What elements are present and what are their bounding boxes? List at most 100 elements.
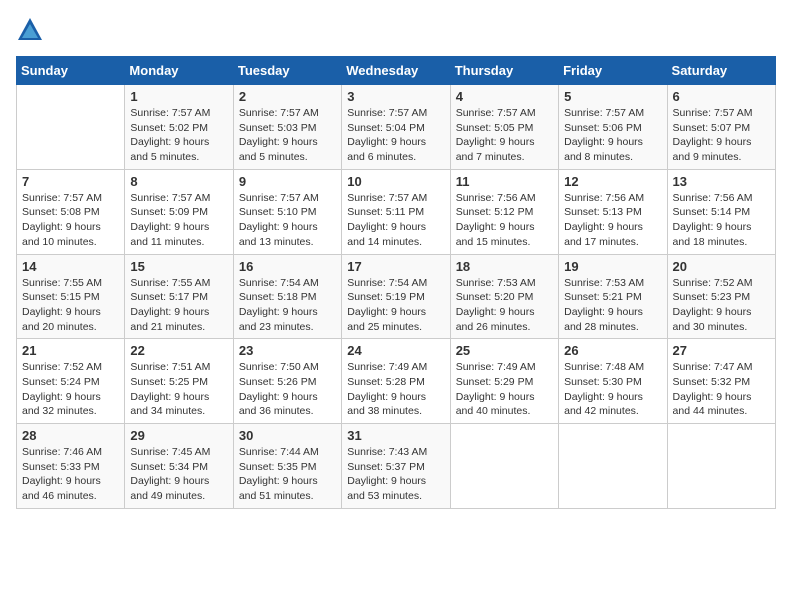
day-info: Sunrise: 7:57 AM Sunset: 5:05 PM Dayligh… [456,106,553,165]
day-number: 22 [130,343,227,358]
day-cell: 3 Sunrise: 7:57 AM Sunset: 5:04 PM Daylig… [342,85,450,170]
day-info: Sunrise: 7:46 AM Sunset: 5:33 PM Dayligh… [22,445,119,504]
logo [16,16,48,44]
day-number: 23 [239,343,336,358]
day-number: 15 [130,259,227,274]
day-cell: 19 Sunrise: 7:53 AM Sunset: 5:21 PM Dayli… [559,254,667,339]
day-info: Sunrise: 7:57 AM Sunset: 5:07 PM Dayligh… [673,106,770,165]
day-cell: 5 Sunrise: 7:57 AM Sunset: 5:06 PM Daylig… [559,85,667,170]
day-cell: 4 Sunrise: 7:57 AM Sunset: 5:05 PM Daylig… [450,85,558,170]
day-info: Sunrise: 7:49 AM Sunset: 5:29 PM Dayligh… [456,360,553,419]
day-cell: 11Sunrise: 7:56 AM Sunset: 5:12 PM Dayli… [450,169,558,254]
week-row-2: 7Sunrise: 7:57 AM Sunset: 5:08 PM Daylig… [17,169,776,254]
day-number: 30 [239,428,336,443]
day-cell: 20 Sunrise: 7:52 AM Sunset: 5:23 PM Dayli… [667,254,775,339]
day-info: Sunrise: 7:56 AM Sunset: 5:14 PM Dayligh… [673,191,770,250]
day-info: Sunrise: 7:57 AM Sunset: 5:02 PM Dayligh… [130,106,227,165]
day-cell: 8 Sunrise: 7:57 AM Sunset: 5:09 PM Daylig… [125,169,233,254]
day-info: Sunrise: 7:45 AM Sunset: 5:34 PM Dayligh… [130,445,227,504]
day-cell: 7Sunrise: 7:57 AM Sunset: 5:08 PM Daylig… [17,169,125,254]
day-cell: 13 Sunrise: 7:56 AM Sunset: 5:14 PM Dayli… [667,169,775,254]
day-number: 3 [347,89,444,104]
day-number: 12 [564,174,661,189]
day-info: Sunrise: 7:57 AM Sunset: 5:06 PM Dayligh… [564,106,661,165]
day-info: Sunrise: 7:57 AM Sunset: 5:11 PM Dayligh… [347,191,444,250]
day-number: 31 [347,428,444,443]
day-number: 27 [673,343,770,358]
header-wednesday: Wednesday [342,57,450,85]
day-info: Sunrise: 7:52 AM Sunset: 5:24 PM Dayligh… [22,360,119,419]
day-info: Sunrise: 7:57 AM Sunset: 5:09 PM Dayligh… [130,191,227,250]
header-sunday: Sunday [17,57,125,85]
day-number: 8 [130,174,227,189]
day-info: Sunrise: 7:51 AM Sunset: 5:25 PM Dayligh… [130,360,227,419]
day-number: 6 [673,89,770,104]
day-number: 7 [22,174,119,189]
day-cell: 29 Sunrise: 7:45 AM Sunset: 5:34 PM Dayli… [125,424,233,509]
day-cell: 1 Sunrise: 7:57 AM Sunset: 5:02 PM Daylig… [125,85,233,170]
day-cell: 21 Sunrise: 7:52 AM Sunset: 5:24 PM Dayli… [17,339,125,424]
day-number: 11 [456,174,553,189]
day-number: 5 [564,89,661,104]
header-row: SundayMondayTuesdayWednesdayThursdayFrid… [17,57,776,85]
day-cell: 23 Sunrise: 7:50 AM Sunset: 5:26 PM Dayli… [233,339,341,424]
day-cell: 12 Sunrise: 7:56 AM Sunset: 5:13 PM Dayli… [559,169,667,254]
header-thursday: Thursday [450,57,558,85]
header-friday: Friday [559,57,667,85]
day-info: Sunrise: 7:53 AM Sunset: 5:20 PM Dayligh… [456,276,553,335]
day-number: 17 [347,259,444,274]
day-number: 24 [347,343,444,358]
day-cell: 14Sunrise: 7:55 AM Sunset: 5:15 PM Dayli… [17,254,125,339]
day-info: Sunrise: 7:57 AM Sunset: 5:04 PM Dayligh… [347,106,444,165]
day-cell: 27Sunrise: 7:47 AM Sunset: 5:32 PM Dayli… [667,339,775,424]
calendar-body: 1 Sunrise: 7:57 AM Sunset: 5:02 PM Daylig… [17,85,776,509]
day-number: 18 [456,259,553,274]
day-info: Sunrise: 7:55 AM Sunset: 5:17 PM Dayligh… [130,276,227,335]
header-monday: Monday [125,57,233,85]
day-cell: 26 Sunrise: 7:48 AM Sunset: 5:30 PM Dayli… [559,339,667,424]
day-cell: 18 Sunrise: 7:53 AM Sunset: 5:20 PM Dayli… [450,254,558,339]
day-info: Sunrise: 7:54 AM Sunset: 5:19 PM Dayligh… [347,276,444,335]
calendar-header: SundayMondayTuesdayWednesdayThursdayFrid… [17,57,776,85]
day-cell: 2 Sunrise: 7:57 AM Sunset: 5:03 PM Daylig… [233,85,341,170]
day-cell [559,424,667,509]
day-info: Sunrise: 7:57 AM Sunset: 5:03 PM Dayligh… [239,106,336,165]
day-number: 1 [130,89,227,104]
day-info: Sunrise: 7:53 AM Sunset: 5:21 PM Dayligh… [564,276,661,335]
day-number: 28 [22,428,119,443]
day-number: 19 [564,259,661,274]
day-cell: 31 Sunrise: 7:43 AM Sunset: 5:37 PM Dayli… [342,424,450,509]
day-number: 14 [22,259,119,274]
week-row-4: 21 Sunrise: 7:52 AM Sunset: 5:24 PM Dayli… [17,339,776,424]
day-info: Sunrise: 7:56 AM Sunset: 5:13 PM Dayligh… [564,191,661,250]
day-info: Sunrise: 7:50 AM Sunset: 5:26 PM Dayligh… [239,360,336,419]
day-info: Sunrise: 7:44 AM Sunset: 5:35 PM Dayligh… [239,445,336,504]
day-cell: 25Sunrise: 7:49 AM Sunset: 5:29 PM Dayli… [450,339,558,424]
week-row-1: 1 Sunrise: 7:57 AM Sunset: 5:02 PM Daylig… [17,85,776,170]
header-saturday: Saturday [667,57,775,85]
day-info: Sunrise: 7:57 AM Sunset: 5:10 PM Dayligh… [239,191,336,250]
day-cell: 6 Sunrise: 7:57 AM Sunset: 5:07 PM Daylig… [667,85,775,170]
day-cell: 22 Sunrise: 7:51 AM Sunset: 5:25 PM Dayli… [125,339,233,424]
day-info: Sunrise: 7:43 AM Sunset: 5:37 PM Dayligh… [347,445,444,504]
day-number: 10 [347,174,444,189]
calendar-table: SundayMondayTuesdayWednesdayThursdayFrid… [16,56,776,509]
day-cell [450,424,558,509]
day-number: 26 [564,343,661,358]
day-cell: 24Sunrise: 7:49 AM Sunset: 5:28 PM Dayli… [342,339,450,424]
logo-icon [16,16,44,44]
day-number: 21 [22,343,119,358]
day-cell [667,424,775,509]
day-info: Sunrise: 7:48 AM Sunset: 5:30 PM Dayligh… [564,360,661,419]
day-number: 16 [239,259,336,274]
day-number: 29 [130,428,227,443]
header-tuesday: Tuesday [233,57,341,85]
day-info: Sunrise: 7:52 AM Sunset: 5:23 PM Dayligh… [673,276,770,335]
day-number: 20 [673,259,770,274]
day-cell: 10 Sunrise: 7:57 AM Sunset: 5:11 PM Dayli… [342,169,450,254]
day-number: 2 [239,89,336,104]
day-number: 13 [673,174,770,189]
day-number: 4 [456,89,553,104]
week-row-5: 28 Sunrise: 7:46 AM Sunset: 5:33 PM Dayli… [17,424,776,509]
day-cell: 9Sunrise: 7:57 AM Sunset: 5:10 PM Daylig… [233,169,341,254]
